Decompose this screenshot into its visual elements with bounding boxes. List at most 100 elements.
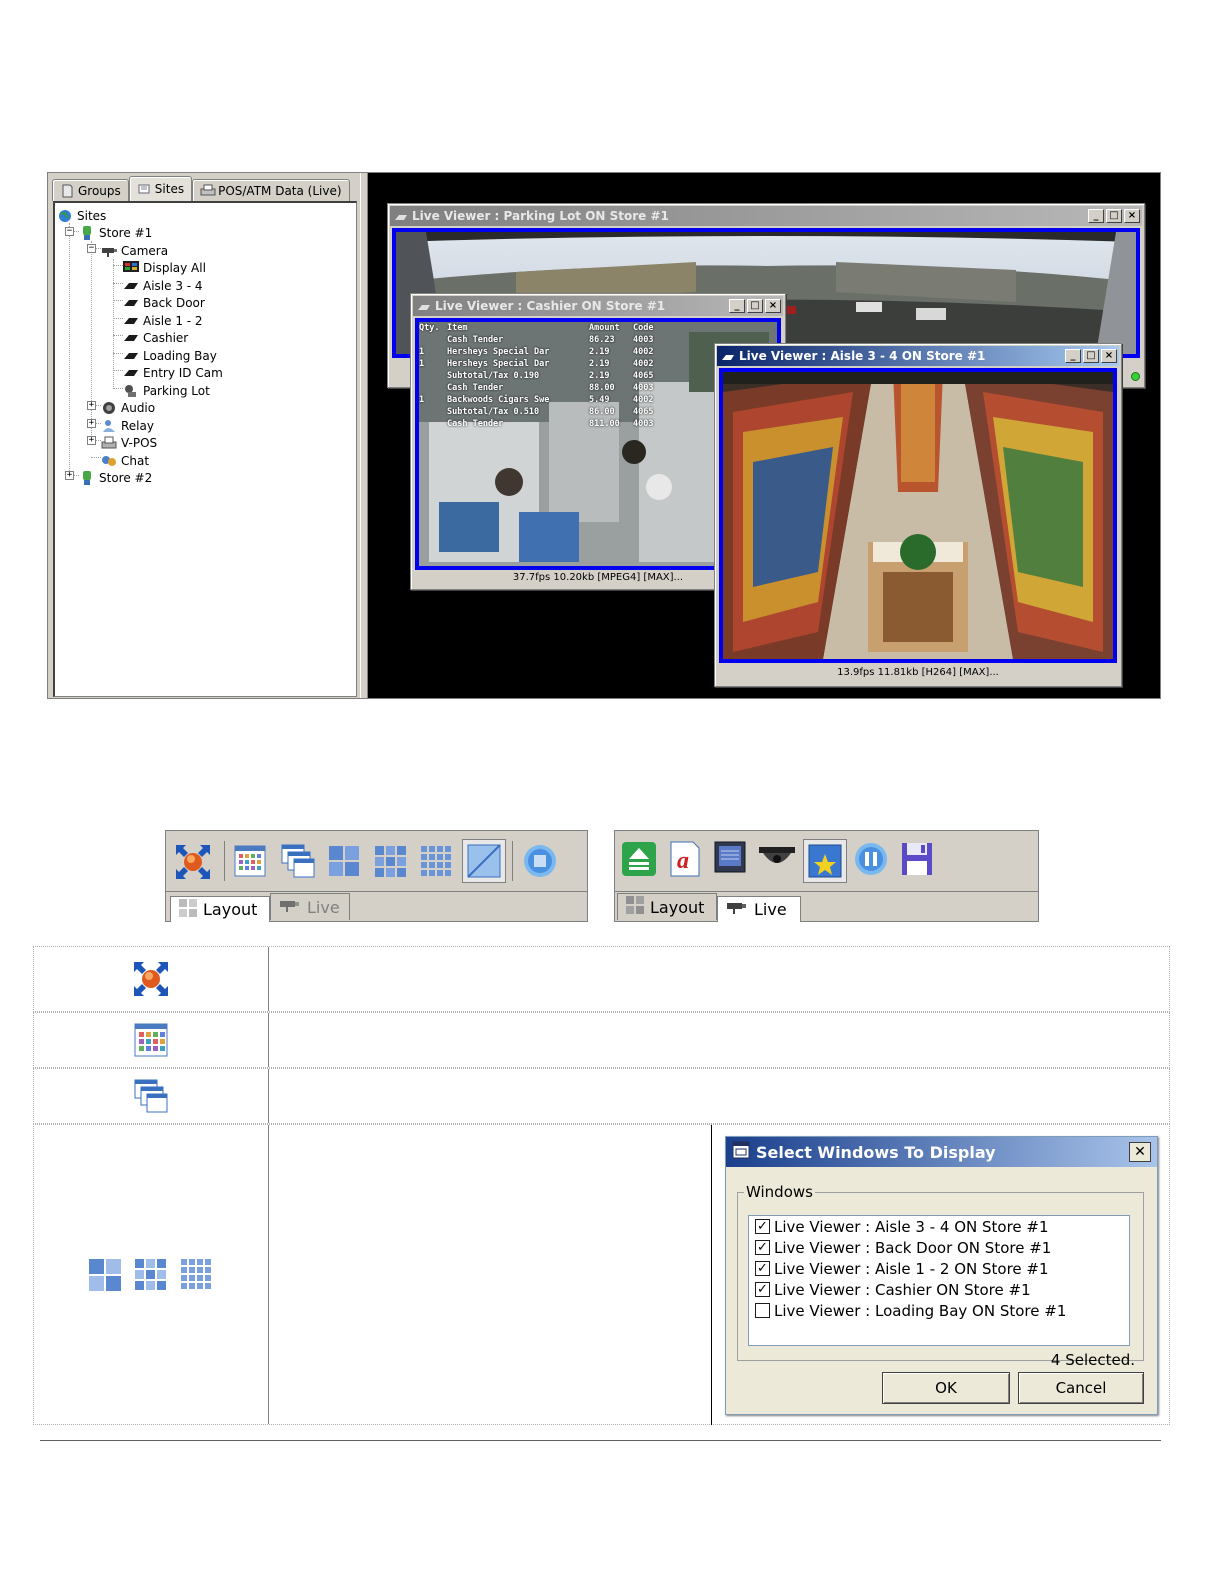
tree-item-sites[interactable]: Sites bbox=[57, 207, 106, 224]
window-list-item[interactable]: ✓ Live Viewer : Back Door ON Store #1 bbox=[749, 1237, 1129, 1258]
pos-item: Hersheys Special Dar bbox=[447, 347, 550, 357]
aisle-viewer-window[interactable]: Live Viewer : Aisle 3 - 4 ON Store #1 _ … bbox=[714, 343, 1122, 687]
selected-count: 4 Selected. bbox=[1050, 1351, 1135, 1369]
grid-3x3-icon[interactable] bbox=[374, 845, 408, 879]
tree-item-camera-cashier[interactable]: Cashier bbox=[123, 329, 188, 346]
pos-item: Cash Tender bbox=[447, 383, 504, 393]
tab-live[interactable]: Live bbox=[270, 893, 350, 920]
layout-toolbar: Layout Live bbox=[165, 830, 588, 922]
tree-item-relay[interactable]: Relay bbox=[101, 417, 154, 434]
window-list-item[interactable]: Live Viewer : Loading Bay ON Store #1 bbox=[749, 1300, 1129, 1321]
dome-camera-icon[interactable] bbox=[757, 843, 795, 877]
cashier-title: Live Viewer : Cashier ON Store #1 bbox=[435, 299, 666, 313]
tree-item-display-all[interactable]: Display All bbox=[123, 259, 206, 276]
pos-code: 4065 bbox=[633, 371, 654, 381]
window-list-label: Live Viewer : Aisle 1 - 2 ON Store #1 bbox=[774, 1259, 1049, 1278]
monitor-icon[interactable] bbox=[711, 839, 746, 873]
ok-button[interactable]: OK bbox=[882, 1372, 1010, 1404]
save-icon[interactable] bbox=[899, 841, 933, 875]
collapse-store1-toggle[interactable]: − bbox=[65, 227, 74, 236]
tree-item-vpos[interactable]: V-POS bbox=[101, 434, 157, 451]
pos-item: Hersheys Special Dar bbox=[447, 359, 550, 369]
window-list-item[interactable]: ✓ Live Viewer : Cashier ON Store #1 bbox=[749, 1279, 1129, 1300]
close-button[interactable]: × bbox=[1124, 209, 1140, 223]
tree-item-camera-aisle-1-2[interactable]: Aisle 1 - 2 bbox=[123, 312, 203, 329]
expand-vpos-toggle[interactable]: + bbox=[87, 436, 96, 445]
favorites-icon[interactable] bbox=[803, 839, 847, 883]
tree-item-audio[interactable]: Audio bbox=[101, 399, 155, 416]
pane-splitter[interactable] bbox=[360, 173, 368, 698]
maximize-button[interactable]: □ bbox=[747, 299, 763, 313]
cancel-button[interactable]: Cancel bbox=[1018, 1372, 1144, 1404]
pos-item: Subtotal/Tax 0.190 bbox=[447, 371, 540, 381]
table-row bbox=[33, 1012, 1170, 1068]
tree-item-camera-aisle-3-4[interactable]: Aisle 3 - 4 bbox=[123, 277, 203, 294]
tab-pos-atm[interactable]: POS/ATM Data (Live) bbox=[192, 179, 350, 201]
checkbox[interactable]: ✓ bbox=[755, 1219, 770, 1234]
tab-groups[interactable]: Groups bbox=[52, 179, 129, 201]
windows-checklist[interactable]: ✓ Live Viewer : Aisle 3 - 4 ON Store #1 ✓… bbox=[748, 1215, 1130, 1346]
tree-item-camera-back-door[interactable]: Back Door bbox=[123, 294, 205, 311]
pause-icon[interactable] bbox=[853, 841, 887, 875]
close-button[interactable]: × bbox=[1101, 349, 1117, 363]
tab-sites[interactable]: Sites bbox=[128, 176, 193, 201]
maximize-button[interactable]: □ bbox=[1106, 209, 1122, 223]
aisle-titlebar[interactable]: Live Viewer : Aisle 3 - 4 ON Store #1 _ … bbox=[717, 346, 1119, 366]
pos-amount: 2.19 bbox=[589, 359, 610, 369]
tree-label-store1: Store #1 bbox=[99, 225, 153, 240]
tree-tabs: Groups Sites POS/ATM Data (Live) bbox=[52, 176, 350, 201]
close-button[interactable]: × bbox=[765, 299, 781, 313]
minimize-button[interactable]: _ bbox=[729, 299, 745, 313]
window-list-item[interactable]: ✓ Live Viewer : Aisle 3 - 4 ON Store #1 bbox=[749, 1216, 1129, 1237]
collapse-camera-toggle[interactable]: − bbox=[87, 244, 96, 253]
acrobat-icon[interactable]: a bbox=[667, 841, 701, 877]
tab-layout[interactable]: Layout bbox=[170, 896, 270, 922]
dialog-titlebar[interactable]: Select Windows To Display bbox=[726, 1137, 1157, 1167]
windows-group-label: Windows bbox=[746, 1183, 813, 1201]
tab-layout[interactable]: Layout bbox=[617, 893, 717, 920]
tree-item-camera-loading-bay[interactable]: Loading Bay bbox=[123, 347, 217, 364]
tree-item-store2[interactable]: Store #2 bbox=[79, 469, 152, 486]
pos-header-item: Item bbox=[447, 323, 468, 333]
checkbox[interactable]: ✓ bbox=[755, 1240, 770, 1255]
stop-sequence-icon[interactable] bbox=[522, 843, 556, 877]
grid-2x2-icon[interactable] bbox=[328, 845, 362, 879]
checkbox[interactable]: ✓ bbox=[755, 1261, 770, 1276]
tab-layout-label: Layout bbox=[650, 897, 705, 917]
checkbox[interactable] bbox=[755, 1303, 770, 1318]
pos-item: Backwoods Cigars Swe bbox=[447, 395, 550, 405]
dialog-close-button[interactable]: ✕ bbox=[1129, 1142, 1151, 1162]
minimize-button[interactable]: _ bbox=[1065, 349, 1081, 363]
grid-4x4-icon[interactable] bbox=[420, 845, 454, 879]
expand-relay-toggle[interactable]: + bbox=[87, 419, 96, 428]
fullscreen-icon[interactable] bbox=[174, 843, 210, 879]
window-list-item[interactable]: ✓ Live Viewer : Aisle 1 - 2 ON Store #1 bbox=[749, 1258, 1129, 1279]
tab-live[interactable]: Live bbox=[717, 896, 801, 922]
expand-store2-toggle[interactable]: + bbox=[65, 471, 74, 480]
pos-code: 4003 bbox=[633, 383, 654, 393]
checkbox[interactable]: ✓ bbox=[755, 1282, 770, 1297]
single-view-icon[interactable] bbox=[462, 839, 506, 883]
tree-item-store1[interactable]: Store #1 bbox=[79, 224, 152, 241]
camera-icon bbox=[279, 898, 301, 917]
tile-windows-icon[interactable] bbox=[234, 845, 268, 879]
aisle-status: 13.9fps 11.81kb [H264] [MAX]... bbox=[837, 667, 999, 678]
aisle-video[interactable] bbox=[719, 368, 1117, 663]
tree-item-camera-entry-id[interactable]: Entry ID Cam bbox=[123, 364, 223, 381]
cashier-titlebar[interactable]: Live Viewer : Cashier ON Store #1 _ □ × bbox=[413, 296, 783, 316]
parking-lot-titlebar[interactable]: Live Viewer : Parking Lot ON Store #1 _ … bbox=[390, 206, 1142, 226]
tree-item-camera[interactable]: Camera bbox=[101, 242, 168, 259]
eject-icon[interactable] bbox=[621, 841, 656, 876]
grid-4x4-icon bbox=[181, 1258, 211, 1289]
tree-item-camera-parking-lot[interactable]: Parking Lot bbox=[123, 382, 210, 399]
tree-label-camera: Camera bbox=[121, 243, 169, 258]
tab-layout-label: Layout bbox=[203, 900, 258, 919]
expand-audio-toggle[interactable]: + bbox=[87, 401, 96, 410]
maximize-button[interactable]: □ bbox=[1083, 349, 1099, 363]
minimize-button[interactable]: _ bbox=[1088, 209, 1104, 223]
table-cell-icon bbox=[34, 1013, 269, 1067]
dialog-title: Select Windows To Display bbox=[756, 1142, 996, 1162]
tree-item-chat[interactable]: Chat bbox=[101, 452, 149, 469]
pos-amount: 86.23 bbox=[589, 335, 615, 345]
cascade-windows-icon[interactable] bbox=[280, 843, 315, 878]
